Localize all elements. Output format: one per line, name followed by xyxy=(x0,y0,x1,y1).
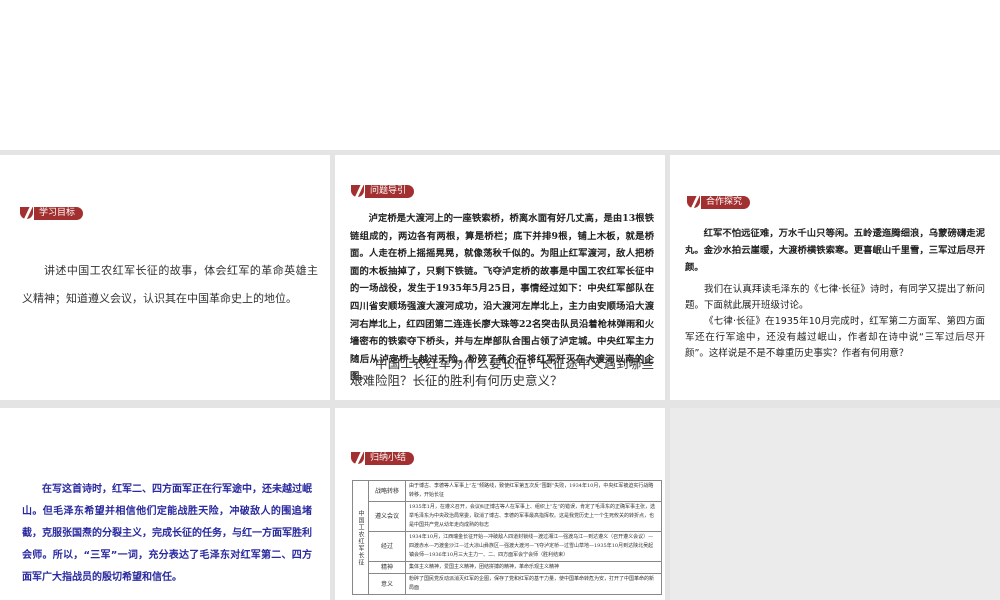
table-row: 意义 粉碎了国民党反动派消灭红军的企图，保存了党和红军的基干力量，使中国革命转危为… xyxy=(353,573,662,595)
slide-answer[interactable]: 在写这首诗时，红军二、四方面军正在行军途中，还未越过岷山。但毛泽东希望并相信他们… xyxy=(0,408,330,600)
row-content: 1935年1月，在遵义召开，会议纠正博古等人在军事上、组织上“左”的错误，肯定了… xyxy=(405,501,662,532)
badge-label: 问题导引 xyxy=(365,184,415,198)
swoosh-icon xyxy=(351,451,367,465)
slide-question-guide[interactable]: 问题导引 泸定桥是大渡河上的一座铁索桥，桥离水面有好几丈高，是由13根铁链组成的… xyxy=(335,155,665,400)
row-content: 由于博古、李德等人军事上“左”倾路线，致使红军第五次反“围剿”失败，1934年1… xyxy=(405,480,662,502)
row-content: 集体主义精神，爱国主义精神，团结拼搏的精神，革命乐观主义精神 xyxy=(405,561,662,574)
slide-cooperative-inquiry[interactable]: 合作探究 红军不怕远征难，万水千山只等闲。五岭逶迤腾细浪，乌蒙磅礴走泥丸。金沙水… xyxy=(670,155,1000,400)
answer-text: 在写这首诗时，红军二、四方面军正在行军途中，还未越过岷山。但毛泽东希望并相信他们… xyxy=(22,484,312,583)
discussion-question: 《七律·长征》在1935年10月完成时，红军第二方面军、第四方面军还在行军途中，… xyxy=(685,316,985,359)
section-badge: 归纳小结 xyxy=(351,451,415,465)
row-header: 战略转移 xyxy=(368,480,406,502)
summary-table: 中国工农红军长征 战略转移 由于博古、李德等人军事上“左”倾路线，致使红军第五次反“… xyxy=(352,480,662,595)
side-header: 中国工农红军长征 xyxy=(352,480,369,595)
table-row: 中国工农红军长征 战略转移 由于博古、李德等人军事上“左”倾路线，致使红军第五次反“… xyxy=(352,480,662,595)
poem-text: 红军不怕远征难，万水千山只等闲。五岭逶迤腾细浪，乌蒙磅礴走泥丸。金沙水拍云崖暖，… xyxy=(685,228,985,273)
swoosh-icon xyxy=(351,184,367,198)
section-badge: 问题导引 xyxy=(351,184,415,198)
row-header: 遵义会议 xyxy=(368,501,406,532)
section-badge: 合作探究 xyxy=(687,195,751,209)
goals-text: 讲述中国工农红军长征的故事，体会红军的革命英雄主义精神；知道遵义会议，认识其在中… xyxy=(22,264,318,305)
swoosh-icon xyxy=(687,195,703,209)
slide-learning-goals[interactable]: 学习目标 讲述中国工农红军长征的故事，体会红军的革命英雄主义精神；知道遵义会议，… xyxy=(0,155,330,400)
swoosh-icon xyxy=(20,206,36,220)
slide-summary[interactable]: 归纳小结 中国工农红军长征 战略转移 由于博古、李德等人军事上“左”倾路线，致使红军… xyxy=(335,408,665,600)
top-blank-area xyxy=(0,0,1000,150)
row-content: 1934年10月，江西瑞金长征开始—冲破敌人四道封锁线—渡过湘江—强渡乌江—到达… xyxy=(405,531,662,562)
row-header: 精神 xyxy=(368,561,406,574)
row-header: 经过 xyxy=(368,531,406,562)
badge-label: 学习目标 xyxy=(34,206,84,220)
question-text: 中国工农红军为什么要长征？长征途中又遇到哪些艰难险阻？长征的胜利有何历史意义？ xyxy=(350,356,654,388)
row-header: 意义 xyxy=(368,573,406,595)
table-row: 经过 1934年10月，江西瑞金长征开始—冲破敌人四道封锁线—渡过湘江—强渡乌江—… xyxy=(353,531,662,562)
table-row: 遵义会议 1935年1月，在遵义召开，会议纠正博古等人在军事上、组织上“左”的错误… xyxy=(353,501,662,532)
empty-slot xyxy=(670,408,1000,600)
badge-label: 合作探究 xyxy=(701,195,751,209)
discussion-intro: 我们在认真拜读毛泽东的《七律·长征》诗时，有同学又提出了新问题。下面就此展开班级… xyxy=(685,284,985,311)
row-content: 粉碎了国民党反动派消灭红军的企图，保存了党和红军的基干力量，使中国革命转危为安，… xyxy=(405,573,662,595)
table-row: 精神 集体主义精神，爱国主义精神，团结拼搏的精神，革命乐观主义精神 xyxy=(353,561,662,574)
section-badge: 学习目标 xyxy=(20,206,84,220)
badge-label: 归纳小结 xyxy=(365,451,415,465)
